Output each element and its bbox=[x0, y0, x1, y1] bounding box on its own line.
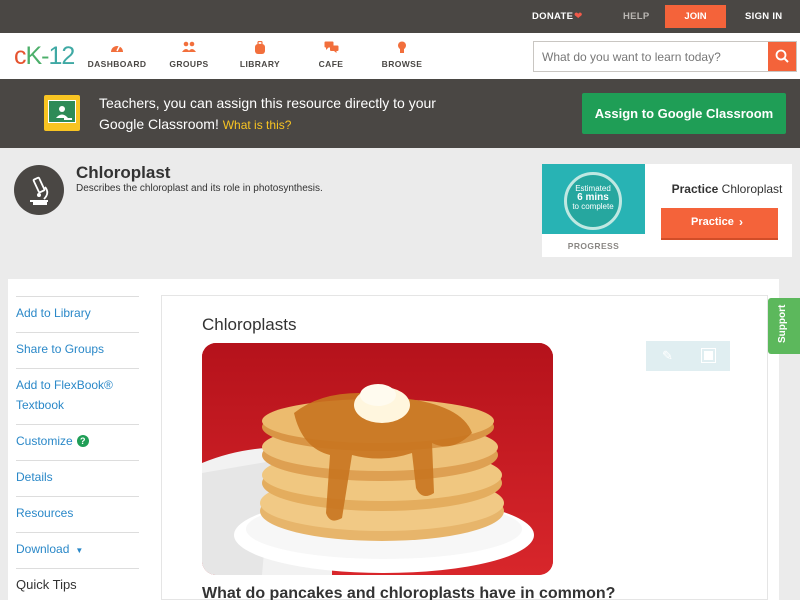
pencil-icon[interactable]: ✎ bbox=[662, 348, 673, 364]
help-link[interactable]: HELP bbox=[623, 11, 650, 22]
sidebar-item-details[interactable]: Details bbox=[16, 460, 139, 496]
sidebar-quick-tips[interactable]: Quick Tips bbox=[16, 568, 139, 600]
progress-label: PROGRESS bbox=[567, 241, 620, 251]
reading-question: What do pancakes and chloroplasts have i… bbox=[202, 585, 616, 600]
sidebar-item-customize[interactable]: Customize? bbox=[16, 424, 139, 460]
sidebar-item-share-to-groups[interactable]: Share to Groups bbox=[16, 332, 139, 368]
concept-description: Describes the chloroplast and its role i… bbox=[76, 183, 323, 194]
sidebar: Add to Library Share to Groups Add to Fl… bbox=[8, 279, 151, 600]
donate-link[interactable]: DONATE bbox=[532, 11, 573, 22]
nav-groups[interactable]: GROUPS bbox=[154, 41, 224, 69]
search-box bbox=[533, 41, 797, 72]
help-question-icon[interactable]: ? bbox=[76, 435, 89, 447]
progress-card: Estimated 6 mins to complete PROGRESS Pr… bbox=[542, 164, 792, 257]
concept-title: Chloroplast bbox=[76, 163, 171, 182]
google-classroom-banner: Teachers, you can assign this resource d… bbox=[0, 79, 800, 148]
nav-browse[interactable]: BROWSE bbox=[367, 41, 437, 69]
search-input[interactable] bbox=[534, 42, 769, 71]
what-is-this-link[interactable]: What is this? bbox=[223, 118, 292, 132]
sidebar-item-add-to-flexbook[interactable]: Add to FlexBook® Textbook bbox=[16, 368, 139, 424]
nav-library[interactable]: LIBRARY bbox=[225, 40, 295, 69]
cafe-chat-icon bbox=[296, 41, 366, 55]
sign-in-link[interactable]: SIGN IN bbox=[745, 11, 782, 22]
main-nav: cK-12 DASHBOARD GROUPS LIBRARY CAFE BROW… bbox=[0, 33, 800, 79]
estimated-time-badge: Estimated 6 mins to complete bbox=[542, 164, 645, 234]
classroom-message: Teachers, you can assign this resource d… bbox=[99, 95, 436, 132]
reading-title: Chloroplasts bbox=[202, 315, 297, 334]
sidebar-item-download[interactable]: Download ▼ bbox=[16, 532, 139, 568]
dashboard-gauge-icon bbox=[82, 41, 152, 55]
top-utility-bar: DONATE ❤ HELP JOIN SIGN IN bbox=[0, 0, 800, 33]
pancakes-image bbox=[202, 343, 553, 575]
nav-dashboard[interactable]: DASHBOARD bbox=[82, 41, 152, 69]
assign-to-classroom-button[interactable]: Assign to Google Classroom bbox=[582, 93, 786, 134]
microscope-icon bbox=[14, 165, 64, 215]
join-button[interactable]: JOIN bbox=[665, 5, 726, 28]
sidebar-item-add-to-library[interactable]: Add to Library bbox=[16, 296, 139, 332]
notes-icon[interactable] bbox=[702, 349, 715, 362]
groups-people-icon bbox=[154, 41, 224, 55]
ck12-logo[interactable]: cK-12 bbox=[14, 42, 75, 70]
practice-title: Practice Chloroplast bbox=[671, 182, 783, 196]
library-backpack-icon bbox=[225, 40, 295, 55]
nav-cafe[interactable]: CAFE bbox=[296, 41, 366, 69]
search-button[interactable] bbox=[768, 42, 796, 71]
chevron-right-icon: › bbox=[739, 215, 743, 229]
heart-icon: ❤ bbox=[574, 11, 583, 22]
google-classroom-icon bbox=[44, 95, 80, 131]
caret-down-icon: ▼ bbox=[75, 546, 84, 555]
browse-lightbulb-icon bbox=[367, 41, 437, 55]
search-icon bbox=[775, 49, 789, 63]
sidebar-item-resources[interactable]: Resources bbox=[16, 496, 139, 532]
practice-button[interactable]: Practice › bbox=[661, 208, 778, 238]
annotation-tools: ✎ bbox=[646, 341, 730, 371]
support-tab[interactable]: Support bbox=[768, 298, 800, 354]
